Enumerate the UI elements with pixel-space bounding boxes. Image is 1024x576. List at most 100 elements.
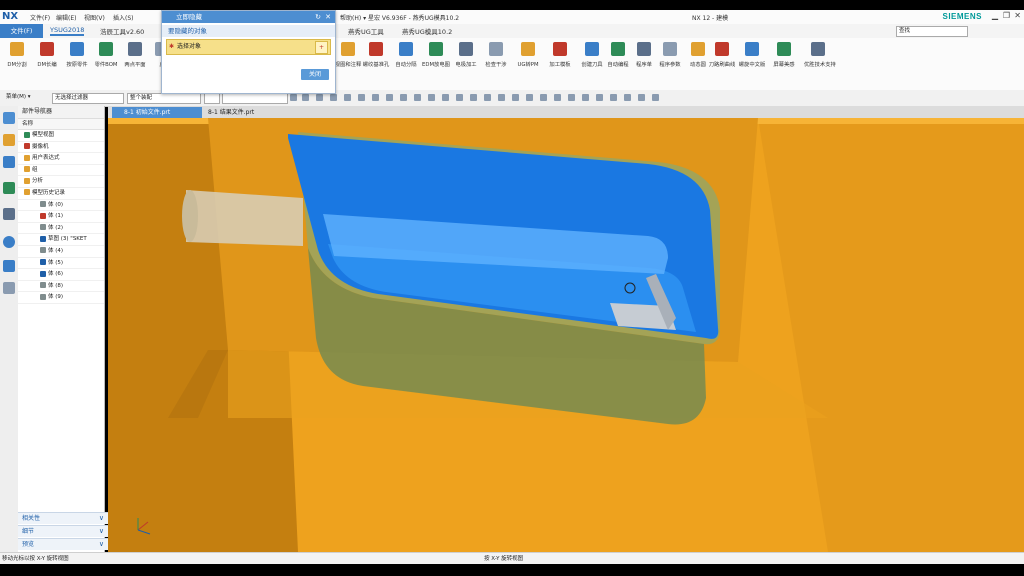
ribbon-button-6[interactable]: 视图和注释 <box>334 42 362 68</box>
ribbon-button-8[interactable]: 自动分隔 <box>392 42 420 68</box>
snap-tool-icon[interactable] <box>526 94 533 101</box>
dialog-section-objects[interactable]: 要隐藏的对象 <box>162 25 335 37</box>
tree-item[interactable]: 体 (1) <box>18 211 104 223</box>
constraint-navigator-icon[interactable] <box>3 156 15 168</box>
system-materials-icon[interactable] <box>3 282 15 294</box>
close-icon[interactable]: ✕ <box>325 11 331 23</box>
tab-yanxiu-ug-tools[interactable]: 燕秀UG工具 <box>348 26 384 36</box>
snap-tool-icon[interactable] <box>442 94 449 101</box>
snap-tool-icon[interactable] <box>624 94 631 101</box>
navigator-icon[interactable] <box>3 112 15 124</box>
close-icon[interactable]: ✕ <box>1014 11 1021 20</box>
ribbon-button-7[interactable]: 螺纹基准孔 <box>362 42 390 68</box>
menu-edit[interactable]: 编辑(E) <box>56 13 76 22</box>
ribbon-button-22[interactable]: 优胜技术支持 <box>804 42 836 68</box>
close-button[interactable]: 关闭 <box>301 69 329 80</box>
snap-dropdown[interactable] <box>204 93 220 104</box>
search-input[interactable]: 查找 <box>896 26 968 37</box>
tree-item[interactable]: 体 (4) <box>18 246 104 258</box>
assembly-scope-dropdown[interactable]: 整个装配 <box>127 93 201 104</box>
tree-item[interactable]: 体 (0) <box>18 200 104 212</box>
snap-tool-icon[interactable] <box>498 94 505 101</box>
snap-tool-icon[interactable] <box>582 94 589 101</box>
ribbon-button-3[interactable]: 零件BOM <box>92 42 120 68</box>
tree-item[interactable]: 体 (8) <box>18 281 104 293</box>
ribbon-button-10[interactable]: 电极加工 <box>452 42 480 68</box>
menu-view[interactable]: 视图(V) <box>84 13 105 22</box>
tree-item[interactable]: 草图 (3) "SKET <box>18 234 104 246</box>
ribbon-button-1[interactable]: DM长编 <box>33 42 61 68</box>
crosshair-select-icon[interactable]: + <box>315 41 328 54</box>
snap-tool-icon[interactable] <box>330 94 337 101</box>
snap-tool-icon[interactable] <box>540 94 547 101</box>
tab-yanxiu-ug-mold[interactable]: 燕秀UG模具10.2 <box>402 26 452 36</box>
snap-tool-icon[interactable] <box>568 94 575 101</box>
tab-file[interactable]: 文件(F) <box>0 24 43 38</box>
assembly-navigator-icon[interactable] <box>3 134 15 146</box>
snap-tool-icon[interactable] <box>652 94 659 101</box>
snap-tool-icon[interactable] <box>610 94 617 101</box>
snap-tool-icon[interactable] <box>316 94 323 101</box>
snap-tool-icon[interactable] <box>512 94 519 101</box>
ribbon-button-16[interactable]: 程序单 <box>630 42 658 68</box>
graphics-viewport[interactable] <box>108 118 1024 552</box>
doc-tab-result[interactable]: 8-1 结果文件.prt <box>196 107 288 118</box>
tree-item[interactable]: 体 (5) <box>18 258 104 270</box>
history-icon[interactable] <box>3 236 15 248</box>
snap-tool-icon[interactable] <box>596 94 603 101</box>
ribbon-button-9[interactable]: EDM放电图 <box>422 42 450 68</box>
menu-button[interactable]: 菜单(M) ▾ <box>4 93 44 102</box>
snap-tool-icon[interactable] <box>484 94 491 101</box>
menu-file[interactable]: 文件(F) <box>30 13 50 22</box>
ribbon-button-20[interactable]: 螺旋中文版 <box>738 42 766 68</box>
panel-dependencies[interactable]: 相关性 ∨ <box>18 512 108 524</box>
ribbon-button-15[interactable]: 自动编程 <box>604 42 632 68</box>
panel-preview[interactable]: 预览 ∨ <box>18 538 108 550</box>
tree-item[interactable]: 模型视图 <box>18 130 104 142</box>
snap-tool-icon[interactable] <box>554 94 561 101</box>
ribbon-button-2[interactable]: 按原零件 <box>63 42 91 68</box>
snap-tool-icon[interactable] <box>302 94 309 101</box>
selection-filter-dropdown[interactable]: 无选择过滤器 <box>52 93 124 104</box>
snap-tool-icon[interactable] <box>372 94 379 101</box>
reset-icon[interactable]: ↻ <box>315 11 321 23</box>
ribbon-button-14[interactable]: 创建刀具 <box>578 42 606 68</box>
ribbon-button-21[interactable]: 屏幕美感 <box>770 42 798 68</box>
ribbon-button-0[interactable]: DM分割 <box>3 42 31 68</box>
tree-item[interactable]: 摄像机 <box>18 142 104 154</box>
ribbon-button-12[interactable]: UG转PM <box>514 42 542 68</box>
tab-haochen-tools[interactable]: 浩辰工具v2.60 <box>100 26 144 36</box>
navigator-column-name[interactable]: 名称 <box>18 119 104 130</box>
ribbon-button-4[interactable]: 两点平面 <box>121 42 149 68</box>
snap-tool-icon[interactable] <box>290 94 297 101</box>
menu-insert[interactable]: 插入(S) <box>113 13 134 22</box>
reuse-library-icon[interactable] <box>3 208 15 220</box>
ribbon-button-13[interactable]: 加工模板 <box>546 42 574 68</box>
tab-ysug2018[interactable]: YSUG2018 <box>50 26 85 36</box>
snap-tool-icon[interactable] <box>470 94 477 101</box>
tree-item[interactable]: 体 (6) <box>18 269 104 281</box>
minimize-icon[interactable]: ▁ <box>992 11 998 20</box>
tree-item[interactable]: 模型历史记录 <box>18 188 104 200</box>
snap-tool-icon[interactable] <box>428 94 435 101</box>
select-object-row[interactable]: ✱ 选择对象 + <box>166 39 331 55</box>
part-navigator-icon[interactable] <box>3 182 15 194</box>
doc-tab-initial[interactable]: 8-1 初始文件.prt <box>112 107 202 118</box>
ribbon-button-17[interactable]: 程序参数 <box>656 42 684 68</box>
snap-tool-icon[interactable] <box>414 94 421 101</box>
snap-type-dropdown[interactable] <box>222 93 288 104</box>
snap-tool-icon[interactable] <box>400 94 407 101</box>
tree-item[interactable]: 分析 <box>18 176 104 188</box>
snap-tool-icon[interactable] <box>638 94 645 101</box>
snap-tool-icon[interactable] <box>344 94 351 101</box>
tree-item[interactable]: 用户表达式 <box>18 153 104 165</box>
snap-tool-icon[interactable] <box>358 94 365 101</box>
ribbon-button-11[interactable]: 检查干涉 <box>482 42 510 68</box>
ribbon-button-19[interactable]: 刀路刷曲线 <box>708 42 736 68</box>
maximize-icon[interactable]: ❐ <box>1003 11 1010 20</box>
tree-item[interactable]: 组 <box>18 165 104 177</box>
snap-tool-icon[interactable] <box>456 94 463 101</box>
tree-item[interactable]: 体 (2) <box>18 223 104 235</box>
panel-details[interactable]: 细节 ∨ <box>18 525 108 537</box>
tree-item[interactable]: 体 (9) <box>18 292 104 304</box>
